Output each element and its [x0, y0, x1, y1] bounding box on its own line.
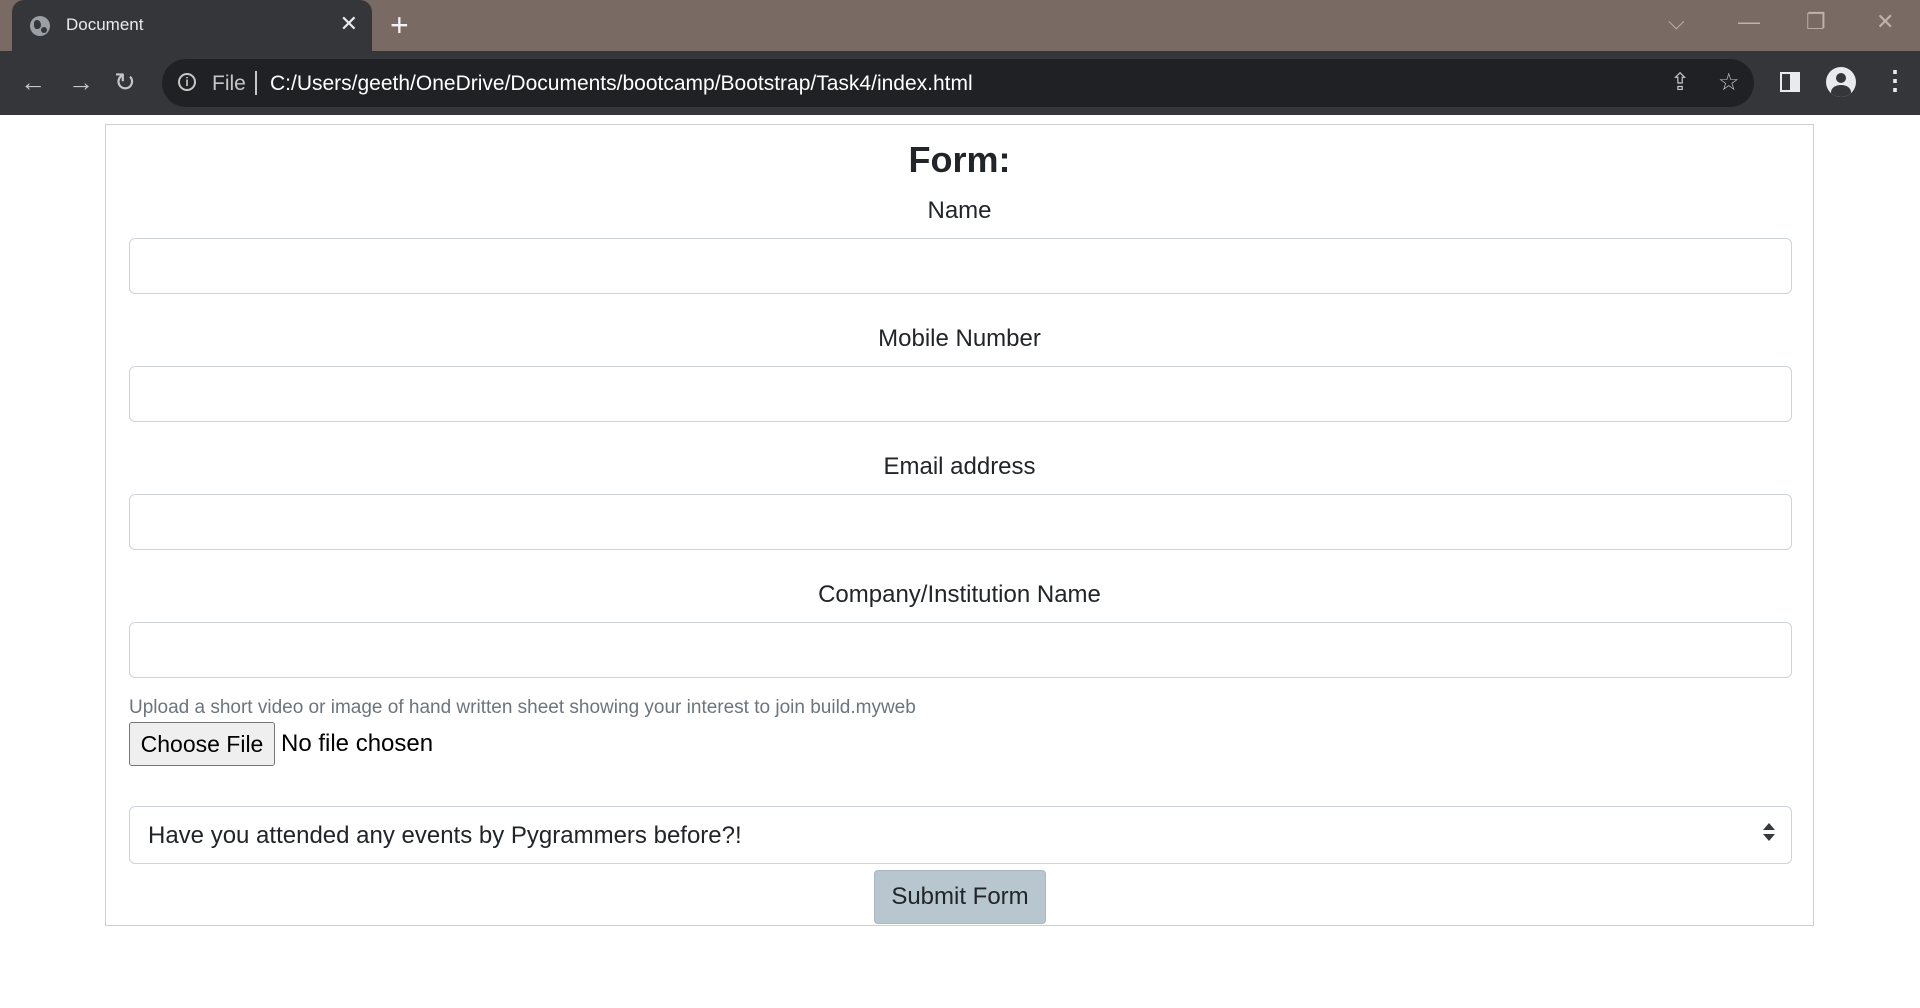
browser-toolbar: ← → ↻ i File C:/Users/geeth/OneDrive/Doc… — [0, 51, 1920, 115]
mobile-number-label: Mobile Number — [878, 325, 1041, 352]
back-arrow-icon[interactable]: ← — [20, 67, 46, 97]
forward-arrow-icon[interactable]: → — [68, 67, 94, 97]
name-input[interactable] — [129, 238, 1792, 294]
url-text[interactable]: C:/Users/geeth/OneDrive/Documents/bootca… — [270, 72, 973, 96]
email-input[interactable] — [129, 494, 1792, 550]
tab-title: Document — [66, 15, 144, 34]
star-icon[interactable]: ☆ — [1718, 70, 1740, 96]
globe-icon — [30, 16, 50, 36]
address-separator — [255, 71, 257, 95]
restore-icon[interactable]: ❐ — [1806, 8, 1826, 36]
mobile-number-input[interactable] — [129, 366, 1792, 422]
company-input[interactable] — [129, 622, 1792, 678]
window-close-icon[interactable]: ✕ — [1876, 8, 1894, 36]
address-bar[interactable]: i File C:/Users/geeth/OneDrive/Documents… — [162, 59, 1754, 107]
events-select[interactable]: Have you attended any events by Pygramme… — [129, 806, 1792, 864]
plus-icon[interactable]: + — [390, 8, 409, 42]
close-icon[interactable]: ✕ — [340, 11, 358, 37]
side-panel-icon[interactable] — [1780, 72, 1800, 92]
form-container: Form: Name Mobile Number Email address C… — [105, 124, 1814, 926]
choose-file-button[interactable]: Choose File — [129, 722, 275, 766]
profile-icon[interactable] — [1826, 67, 1856, 97]
kebab-menu-icon[interactable]: ⋮ — [1882, 65, 1908, 95]
minimize-icon[interactable]: — — [1738, 8, 1760, 36]
name-label: Name — [927, 197, 992, 224]
upload-help-text: Upload a short video or image of hand wr… — [129, 697, 916, 718]
submit-button[interactable]: Submit Form — [874, 870, 1046, 924]
chevron-down-icon[interactable]: ⌵ — [1668, 8, 1685, 36]
page-viewport: Form: Name Mobile Number Email address C… — [0, 115, 1920, 1008]
form-heading: Form: — [908, 139, 1011, 180]
events-select-value: Have you attended any events by Pygramme… — [148, 822, 742, 849]
browser-tab[interactable]: Document ✕ — [12, 0, 372, 51]
info-icon[interactable]: i — [178, 73, 196, 91]
email-label: Email address — [883, 453, 1036, 480]
browser-titlebar: Document ✕ + ⌵ — ❐ ✕ — [0, 0, 1920, 51]
file-status-text: No file chosen — [281, 730, 434, 757]
select-arrows-icon — [1763, 821, 1775, 847]
reload-icon[interactable]: ↻ — [114, 67, 136, 97]
share-icon[interactable]: ⇪ — [1670, 70, 1690, 96]
company-label: Company/Institution Name — [818, 581, 1101, 608]
scheme-label: File — [212, 72, 246, 95]
